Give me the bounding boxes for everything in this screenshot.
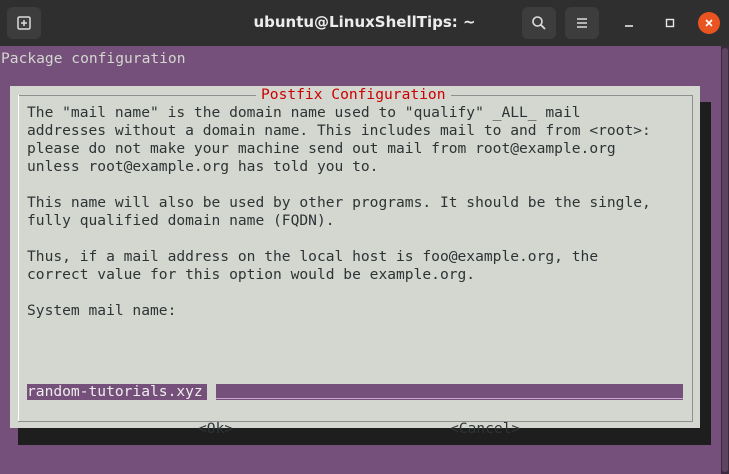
scrollbar-thumb[interactable] bbox=[722, 48, 728, 472]
maximize-button[interactable] bbox=[660, 13, 680, 33]
cancel-button[interactable]: <Cancel> bbox=[450, 420, 520, 438]
scrollbar[interactable] bbox=[721, 46, 729, 474]
dialog-frame-bottom bbox=[18, 421, 693, 422]
postfix-dialog: Postfix Configuration The "mail name" is… bbox=[10, 86, 700, 437]
close-button[interactable] bbox=[698, 12, 720, 34]
search-button[interactable] bbox=[522, 7, 556, 39]
package-configuration-header: Package configuration bbox=[1, 50, 186, 67]
text-cursor bbox=[207, 384, 216, 400]
maximize-icon bbox=[665, 18, 675, 28]
input-underline bbox=[216, 398, 683, 399]
hamburger-menu-icon bbox=[577, 18, 587, 28]
dialog-description: The "mail name" is the domain name used … bbox=[27, 104, 651, 319]
dialog-frame-left bbox=[18, 95, 19, 421]
dialog-frame-right bbox=[692, 95, 693, 421]
terminal-area[interactable]: Package configuration Postfix Configurat… bbox=[0, 46, 721, 474]
system-mail-name-input[interactable]: random-tutorials.xyz bbox=[27, 383, 683, 400]
menu-button[interactable] bbox=[565, 7, 599, 39]
minimize-button[interactable] bbox=[619, 13, 639, 33]
title-bar: ubuntu@LinuxShellTips: ~ bbox=[0, 0, 729, 46]
search-icon bbox=[532, 16, 546, 30]
dialog-title: Postfix Configuration bbox=[256, 86, 451, 104]
close-icon bbox=[705, 19, 713, 27]
ok-button[interactable]: <Ok> bbox=[198, 420, 233, 438]
input-value: random-tutorials.xyz bbox=[27, 383, 203, 400]
minimize-icon bbox=[625, 25, 633, 27]
